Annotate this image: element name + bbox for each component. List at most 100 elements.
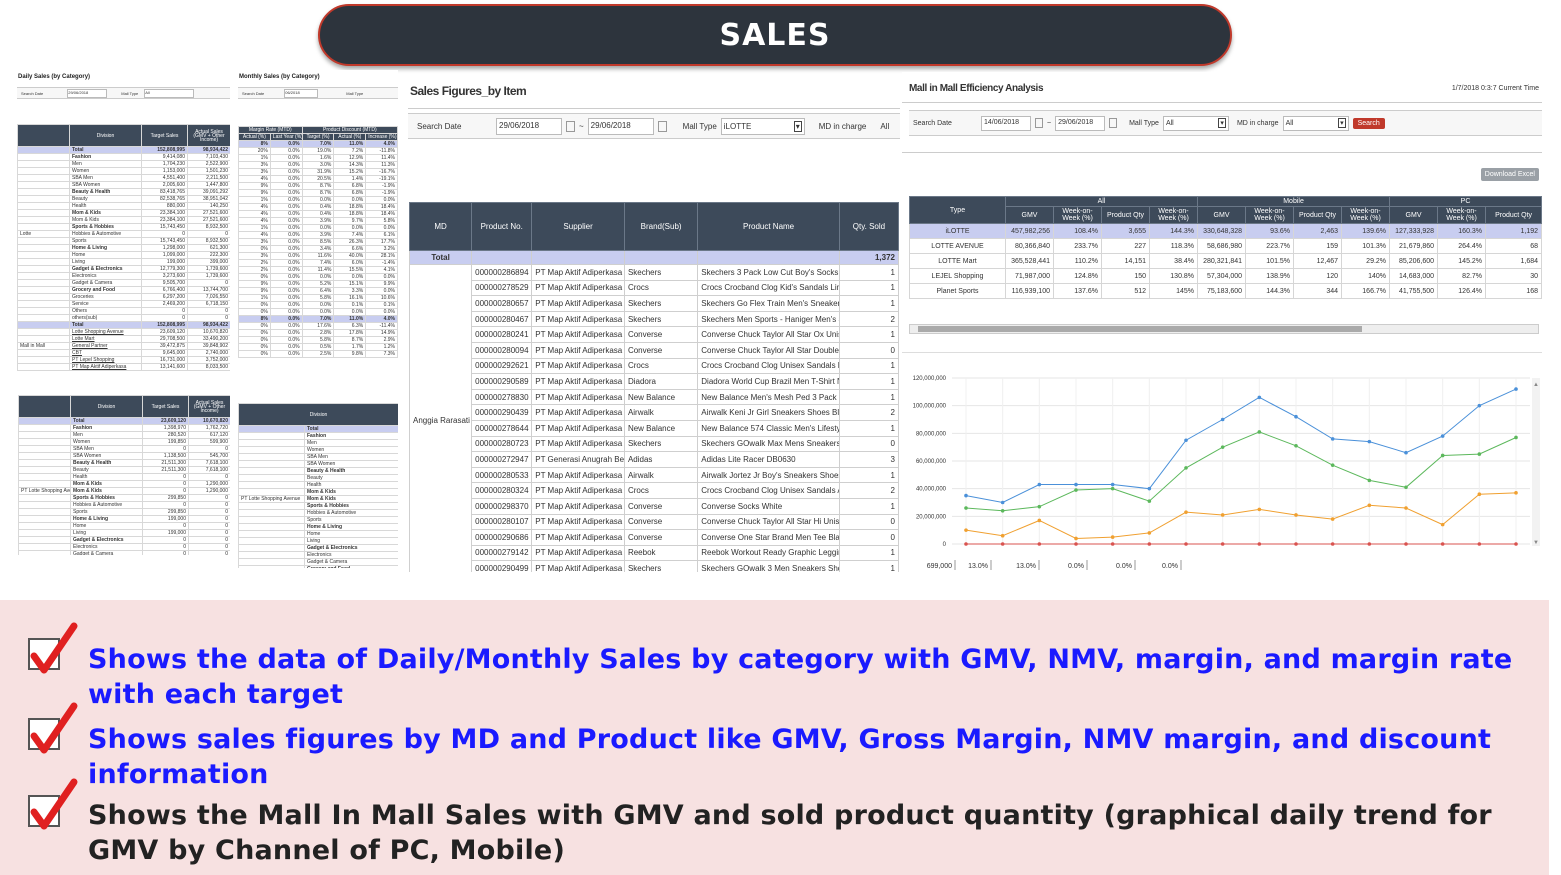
division-cell: Beauty & Health	[69, 188, 142, 196]
percent-cell: 0%	[238, 343, 271, 351]
col-sub-header: Product Qty	[1485, 206, 1542, 224]
table-row[interactable]: 000000298370 PT Map Aktif Adiperkasa Conve…	[410, 497, 900, 515]
calendar-icon[interactable]	[566, 120, 575, 132]
table-row[interactable]: 000000280107 PT Map Aktif Adiperkasa Conve…	[410, 513, 900, 531]
table-row[interactable]: Anggia Rarasati 000000286894 PT Map Aktif …	[408, 264, 900, 572]
product-no-cell: 000000272947	[471, 451, 533, 468]
group-cell	[17, 279, 70, 287]
download-excel-button[interactable]: Download Excel	[1480, 168, 1539, 181]
mall-type-value: All	[1165, 119, 1174, 127]
data-point	[964, 542, 968, 546]
calendar-icon[interactable]	[1109, 118, 1118, 128]
calendar-icon[interactable]	[657, 120, 667, 132]
table-row[interactable]: 000000290499 PT Map Aktif Adiperkasa Skech…	[410, 560, 900, 572]
search-button[interactable]: Search	[1352, 117, 1385, 129]
target-cell: 23,384,100	[141, 216, 188, 224]
percent-cell: -1.9%	[365, 189, 398, 197]
table-row: Hobbies & Automotive	[238, 509, 398, 517]
product-name-cell: Reebok Workout Ready Graphic Legging	[697, 544, 840, 562]
actual-cell: 98,934,422	[187, 146, 230, 154]
daily-sales-title: Daily Sales (by Category)	[18, 74, 91, 80]
table-row: PT Lotte Shopping Avenue Mom & Kids	[238, 495, 398, 503]
mall-type-select[interactable]: iLOTTE ▾	[720, 117, 805, 135]
table-scrollbar[interactable]	[909, 324, 1539, 334]
table-row[interactable]: 000000280241 PT Map Aktif Adiperkasa Conve…	[410, 326, 900, 343]
table-row[interactable]: 000000278644 PT Map Aktif Adiperkasa New B…	[410, 419, 900, 437]
value-cell: 14,683,000	[1389, 268, 1439, 284]
group-cell	[18, 452, 71, 460]
actual-cell: 621,300	[187, 244, 230, 252]
value-cell: 82.7%	[1437, 268, 1487, 284]
table-row[interactable]: 000000280657 PT Map Aktif Adiperkasa Skech…	[410, 295, 900, 312]
md-in-charge-value[interactable]: All	[880, 122, 889, 131]
group-cell	[17, 195, 70, 203]
qty-cell: 1	[838, 544, 900, 562]
percent-cell: 6.8%	[333, 182, 367, 190]
chart-scrollbar[interactable]	[1532, 378, 1540, 546]
table-row: Lotte Hobbies & Automotive 0 0	[17, 230, 230, 238]
data-point	[1147, 486, 1152, 491]
table-row[interactable]: 000000272947 PT Generasi Anugrah Berk Adid…	[410, 451, 900, 468]
col-sub-header: GMV	[1005, 206, 1054, 224]
actual-cell: 1,762,720	[188, 424, 230, 432]
supplier-cell: PT Map Aktif Adiperkasa	[531, 482, 625, 499]
product-no-cell: 000000278644	[471, 419, 533, 437]
division-cell: Hobbies & Automotive	[70, 501, 143, 509]
percent-cell: 4.0%	[365, 140, 398, 148]
table-row[interactable]: Planet Sports 116,939,100 137.6% 512 145% 75,…	[909, 283, 1542, 299]
actual-cell: 1,739,600	[187, 265, 230, 273]
table-row[interactable]: 000000280723 PT Map Aktif Adiperkasa Skech…	[410, 435, 900, 453]
table-row[interactable]: LOTTE Mart 365,528,441 110.2% 14,151 38.4% 28…	[909, 253, 1542, 269]
percent-cell: 0.0%	[269, 336, 303, 344]
percent-cell: 0.0%	[269, 168, 303, 176]
division-cell: Health	[303, 481, 398, 489]
total-row: Total 1,372	[408, 250, 900, 265]
table-row: others(sub) 0 0	[17, 314, 230, 322]
scroll-down-icon[interactable]: ▼	[1533, 540, 1539, 546]
table-row[interactable]: 000000280324 PT Map Aktif Adiperkasa Crocs…	[410, 482, 900, 499]
table-row[interactable]: LEJEL Shopping 71,987,000 124.8% 150 130.8% 5…	[909, 268, 1542, 284]
table-row[interactable]: 000000279142 PT Map Aktif Adiperkasa Reebo…	[410, 544, 900, 562]
date-to-field[interactable]: 29/06/2018	[1055, 115, 1106, 131]
search-month-field[interactable]: 06/2018	[284, 88, 319, 98]
table-row[interactable]: 000000278830 PT Map Aktif Adiperkasa New B…	[410, 388, 900, 406]
group-cell	[17, 181, 70, 189]
md-in-charge-select[interactable]: All ▾	[1282, 115, 1349, 131]
scrollbar-thumb[interactable]	[918, 326, 1362, 332]
data-point	[1294, 414, 1298, 419]
table-row[interactable]: iLOTTE 457,982,256 108.4% 3,655 144.3% 330,64…	[909, 223, 1542, 239]
table-row[interactable]: 000000280094 PT Map Aktif Adiperkasa Conve…	[410, 341, 900, 359]
data-point	[1294, 513, 1298, 517]
value-cell: 124.8%	[1053, 268, 1102, 284]
supplier-cell: PT Map Aktif Adiperkasa	[531, 497, 625, 515]
table-row[interactable]: 000000280533 PT Map Aktif Adiperkasa Airwa…	[410, 466, 900, 484]
division-cell: Women	[69, 167, 142, 175]
notes-section: Shows the data of Daily/Monthly Sales by…	[0, 600, 1549, 875]
mall-type-select[interactable]: All ▾	[1162, 115, 1229, 131]
division-cell: Total	[303, 425, 398, 433]
table-row: Fashion 9,414,080 7,103,430	[17, 153, 230, 161]
table-row[interactable]: 000000290686 PT Map Aktif Adiperkasa Conve…	[410, 529, 900, 546]
product-no-cell: 000000280657	[471, 295, 533, 312]
actual-cell: 0	[188, 529, 230, 537]
table-row[interactable]: 000000280467 PT Map Aktif Adiperkasa Skech…	[410, 310, 900, 328]
date-to-field[interactable]: 29/06/2018	[587, 117, 654, 135]
table-row[interactable]: 000000290589 PT Map Aktif Adiperkasa Diado…	[410, 373, 900, 390]
date-from-field[interactable]: 29/06/2018	[496, 117, 562, 135]
table-row[interactable]: 000000292621 PT Map Aktif Adiperkasa Crocs…	[410, 357, 900, 375]
table-row[interactable]: 000000290439 PT Map Aktif Adiperkasa Airwa…	[410, 404, 900, 421]
search-date-field[interactable]: 29/06/2018	[67, 88, 108, 98]
table-row: Mom & Kids 23,384,100 27,521,600	[17, 216, 230, 224]
supplier-cell: PT Map Aktif Adiperkasa	[531, 435, 625, 453]
percent-cell: 7.4%	[333, 231, 367, 239]
date-from-field[interactable]: 14/06/2018	[981, 115, 1031, 131]
table-row[interactable]: 000000278529 PT Map Aktif Adiperkasa Crocs…	[410, 279, 900, 297]
mall-type-select[interactable]: All	[144, 88, 195, 98]
calendar-icon[interactable]	[1035, 118, 1043, 128]
brand-cell: New Balance	[623, 388, 699, 406]
group-cell	[18, 515, 71, 523]
scroll-up-icon[interactable]: ▲	[1533, 382, 1539, 388]
table-row[interactable]: LOTTE AVENUE 80,366,840 233.7% 227 118.3% 58,…	[909, 238, 1542, 254]
division-cell: Gadget & Camera	[70, 550, 143, 555]
division-cell: Beauty & Health	[303, 467, 398, 475]
